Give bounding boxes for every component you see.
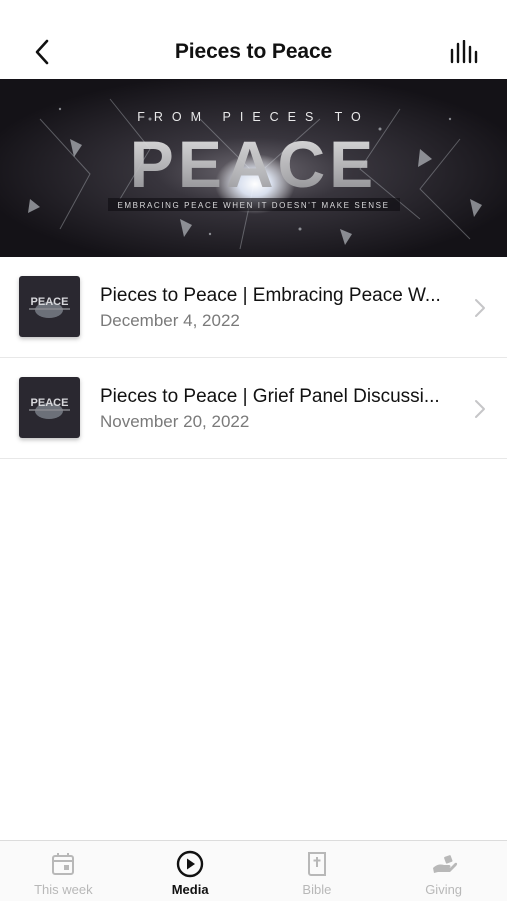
- page-title: Pieces to Peace: [174, 40, 333, 63]
- tab-giving[interactable]: Giving: [380, 841, 507, 901]
- list-item[interactable]: PEACE Pieces to Peace | Embracing Peace …: [0, 257, 507, 358]
- tab-bible[interactable]: Bible: [254, 841, 381, 901]
- media-list: PEACE Pieces to Peace | Embracing Peace …: [0, 257, 507, 459]
- item-title: Pieces to Peace | Grief Panel Discussi..…: [100, 386, 440, 407]
- thumbnail-text: PEACE: [31, 296, 69, 308]
- audio-bars-icon: [450, 40, 478, 64]
- series-banner: FROM PIECES TO PEACE EMBRACING PEACE WHE…: [0, 79, 507, 257]
- tab-label: Bible: [302, 882, 332, 897]
- thumbnail: PEACE: [19, 377, 80, 438]
- banner-main-text: PEACE: [130, 127, 377, 201]
- tab-label: Media: [171, 882, 209, 897]
- navigation-header: Pieces to Peace: [0, 0, 507, 80]
- play-circle-icon: [176, 850, 204, 878]
- item-date: November 20, 2022: [100, 412, 250, 431]
- banner-tagline: EMBRACING PEACE WHEN IT DOESN'T MAKE SEN…: [117, 201, 389, 210]
- audio-button[interactable]: [445, 35, 485, 69]
- tab-media[interactable]: Media: [127, 841, 254, 901]
- item-date: December 4, 2022: [100, 311, 240, 330]
- tab-label: Giving: [425, 882, 463, 897]
- thumbnail-text: PEACE: [31, 397, 69, 409]
- giving-hand-icon: [432, 855, 457, 873]
- chevron-right-icon: [475, 299, 485, 317]
- tab-bar: This week Media Bible Giving: [0, 840, 507, 901]
- tab-this-week[interactable]: This week: [0, 841, 127, 901]
- thumbnail: PEACE: [19, 276, 80, 337]
- calendar-icon: [52, 853, 75, 875]
- list-item[interactable]: PEACE Pieces to Peace | Grief Panel Disc…: [0, 358, 507, 459]
- banner-top-text: FROM PIECES TO: [137, 110, 370, 124]
- chevron-right-icon: [475, 400, 485, 418]
- item-title: Pieces to Peace | Embracing Peace W...: [100, 285, 441, 306]
- banner-artwork: FROM PIECES TO PEACE EMBRACING PEACE WHE…: [0, 79, 507, 257]
- bible-icon: [307, 852, 326, 876]
- tab-label: This week: [34, 882, 93, 897]
